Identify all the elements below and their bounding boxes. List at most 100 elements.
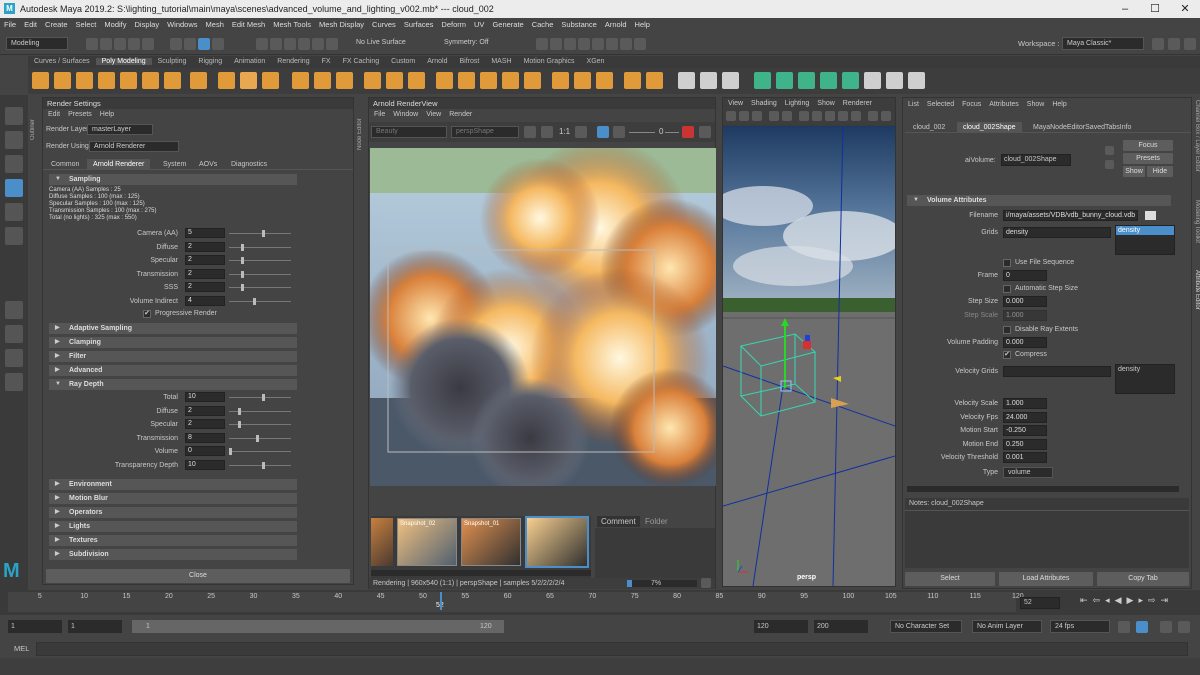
sampling-slider-handle[interactable] [241, 270, 244, 278]
close-window-icon[interactable]: ✕ [1170, 0, 1200, 18]
render-image[interactable] [370, 148, 716, 486]
sampling-slider[interactable] [229, 287, 291, 289]
shelf-tab-fx-caching[interactable]: FX Caching [337, 58, 386, 65]
go-to-start-icon[interactable]: ⇤ [1080, 595, 1093, 605]
ipr-render-icon[interactable] [564, 38, 576, 50]
command-input[interactable] [36, 642, 1188, 656]
boolean-intersection-icon[interactable] [408, 72, 425, 89]
render-frame-icon[interactable] [550, 38, 562, 50]
channels-icon[interactable] [541, 126, 553, 138]
bookmark-icon[interactable] [752, 111, 762, 121]
presets-button[interactable]: Presets [1123, 153, 1173, 164]
sampling-slider[interactable] [229, 273, 291, 275]
cut-uv-icon[interactable] [886, 72, 903, 89]
outliner-layout-icon[interactable] [5, 373, 23, 391]
sampling-slider[interactable] [229, 246, 291, 248]
menu-generate[interactable]: Generate [488, 20, 527, 29]
step-back-key-icon[interactable]: ⇦ [1093, 595, 1106, 605]
snapshot-scrollbar[interactable] [371, 570, 591, 576]
ae-menu-attributes[interactable]: Attributes [989, 101, 1019, 108]
go-input-icon[interactable] [1105, 146, 1114, 155]
poly-disc-icon[interactable] [164, 72, 181, 89]
aov-dropdown[interactable]: Beauty [371, 126, 447, 138]
edge-loop-icon[interactable] [678, 72, 695, 89]
section-advanced[interactable]: ▶ Advanced [49, 365, 297, 376]
shelf-tab-mash[interactable]: MASH [485, 58, 517, 65]
sampling-field[interactable]: 2 [185, 255, 225, 266]
super-shape-icon[interactable] [218, 72, 235, 89]
menu-modify[interactable]: Modify [100, 20, 130, 29]
volume-padding-field[interactable]: 0.000 [1003, 337, 1047, 348]
fit-view-icon[interactable] [575, 126, 587, 138]
vp-menu-view[interactable]: View [728, 100, 743, 107]
ray-depth-field[interactable]: 2 [185, 405, 225, 416]
select-object-icon[interactable] [184, 38, 196, 50]
select-component-icon[interactable] [198, 38, 210, 50]
poly-torus-icon[interactable] [120, 72, 137, 89]
checker-icon[interactable] [864, 72, 881, 89]
modeling-toolkit-side-tab[interactable]: Modeling Toolkit [1190, 200, 1200, 264]
ratio-label[interactable]: 1:1 [559, 127, 570, 136]
camera-dropdown[interactable]: perspShape [451, 126, 519, 138]
loop-icon[interactable] [1118, 621, 1130, 633]
camera-select-icon[interactable] [726, 111, 736, 121]
history-icon[interactable] [536, 38, 548, 50]
sampling-slider[interactable] [229, 301, 291, 302]
rv-menu-file[interactable]: File [374, 111, 385, 118]
time-slider[interactable]: 5 10 15 20 25 30 35 40 45 50 55 60 65 70 75 80 85 90 95 100… [0, 590, 1200, 615]
step-forward-icon[interactable]: ▸ [1138, 595, 1148, 605]
ae-menu-list[interactable]: List [908, 101, 919, 108]
sampling-slider[interactable] [229, 233, 291, 234]
sew-uv-icon[interactable] [908, 72, 925, 89]
platonic-solid-icon[interactable] [190, 72, 207, 89]
time-slider-track[interactable] [8, 592, 1016, 612]
shelf-tab-motion-graphics[interactable]: Motion Graphics [518, 58, 581, 65]
anim-layer-dropdown[interactable]: No Anim Layer [972, 620, 1042, 633]
quad-draw-icon[interactable] [722, 72, 739, 89]
menu-surfaces[interactable]: Surfaces [400, 20, 438, 29]
render-settings-icon[interactable] [578, 38, 590, 50]
rs-menu-presets[interactable]: Presets [68, 111, 92, 118]
select-button[interactable]: Select [905, 572, 995, 586]
single-perspective-layout-icon[interactable] [5, 301, 23, 319]
ray-depth-slider-handle[interactable] [262, 394, 265, 401]
ray-depth-field[interactable]: 8 [185, 432, 225, 443]
snap-surface-icon[interactable] [312, 38, 324, 50]
mirror-icon[interactable] [436, 72, 453, 89]
hide-button[interactable]: Hide [1147, 166, 1173, 177]
planar-map-icon[interactable] [776, 72, 793, 89]
mode-dropdown[interactable]: Modeling [6, 37, 68, 50]
range-slider[interactable]: 1 120 [132, 620, 504, 633]
menu-file[interactable]: File [0, 20, 20, 29]
section-environment[interactable]: ▶ Environment [49, 479, 297, 490]
progressive-render-checkbox[interactable]: ✔ [143, 310, 151, 318]
snap-curve-icon[interactable] [270, 38, 282, 50]
poly-cone-icon[interactable] [98, 72, 115, 89]
play-forward-icon[interactable]: ▶ [1127, 595, 1139, 605]
camera-attr-icon[interactable] [739, 111, 749, 121]
exposure-icon[interactable] [613, 126, 625, 138]
go-to-end-icon[interactable]: ⇥ [1161, 595, 1174, 605]
ray-depth-slider-handle[interactable] [238, 421, 241, 429]
command-language-label[interactable]: MEL [14, 644, 29, 653]
current-frame-marker[interactable] [440, 592, 442, 610]
menu-substance[interactable]: Substance [557, 20, 600, 29]
bevel-edge-icon[interactable] [524, 72, 541, 89]
start-time-field[interactable]: 1 [8, 620, 62, 633]
snapshot-thumb[interactable] [371, 518, 393, 566]
load-attributes-button[interactable]: Load Attributes [999, 572, 1093, 586]
sampling-slider-handle[interactable] [241, 243, 244, 251]
playback-end-field[interactable]: 120 [754, 620, 808, 633]
ae-menu-help[interactable]: Help [1052, 101, 1066, 108]
play-back-icon[interactable]: ◀ [1115, 595, 1127, 605]
snap-live-icon[interactable] [326, 38, 338, 50]
end-time-field[interactable]: 200 [814, 620, 868, 633]
velocity-grids-list[interactable]: density [1115, 364, 1175, 394]
grids-list-item[interactable]: density [1116, 226, 1174, 235]
menu-deform[interactable]: Deform [437, 20, 470, 29]
rotate-tool-icon[interactable] [5, 203, 23, 221]
snapshot-thumb-selected[interactable] [525, 516, 589, 568]
ray-depth-slider-handle[interactable] [256, 434, 259, 442]
tab-common[interactable]: Common [51, 159, 79, 170]
sampling-slider[interactable] [229, 260, 291, 262]
